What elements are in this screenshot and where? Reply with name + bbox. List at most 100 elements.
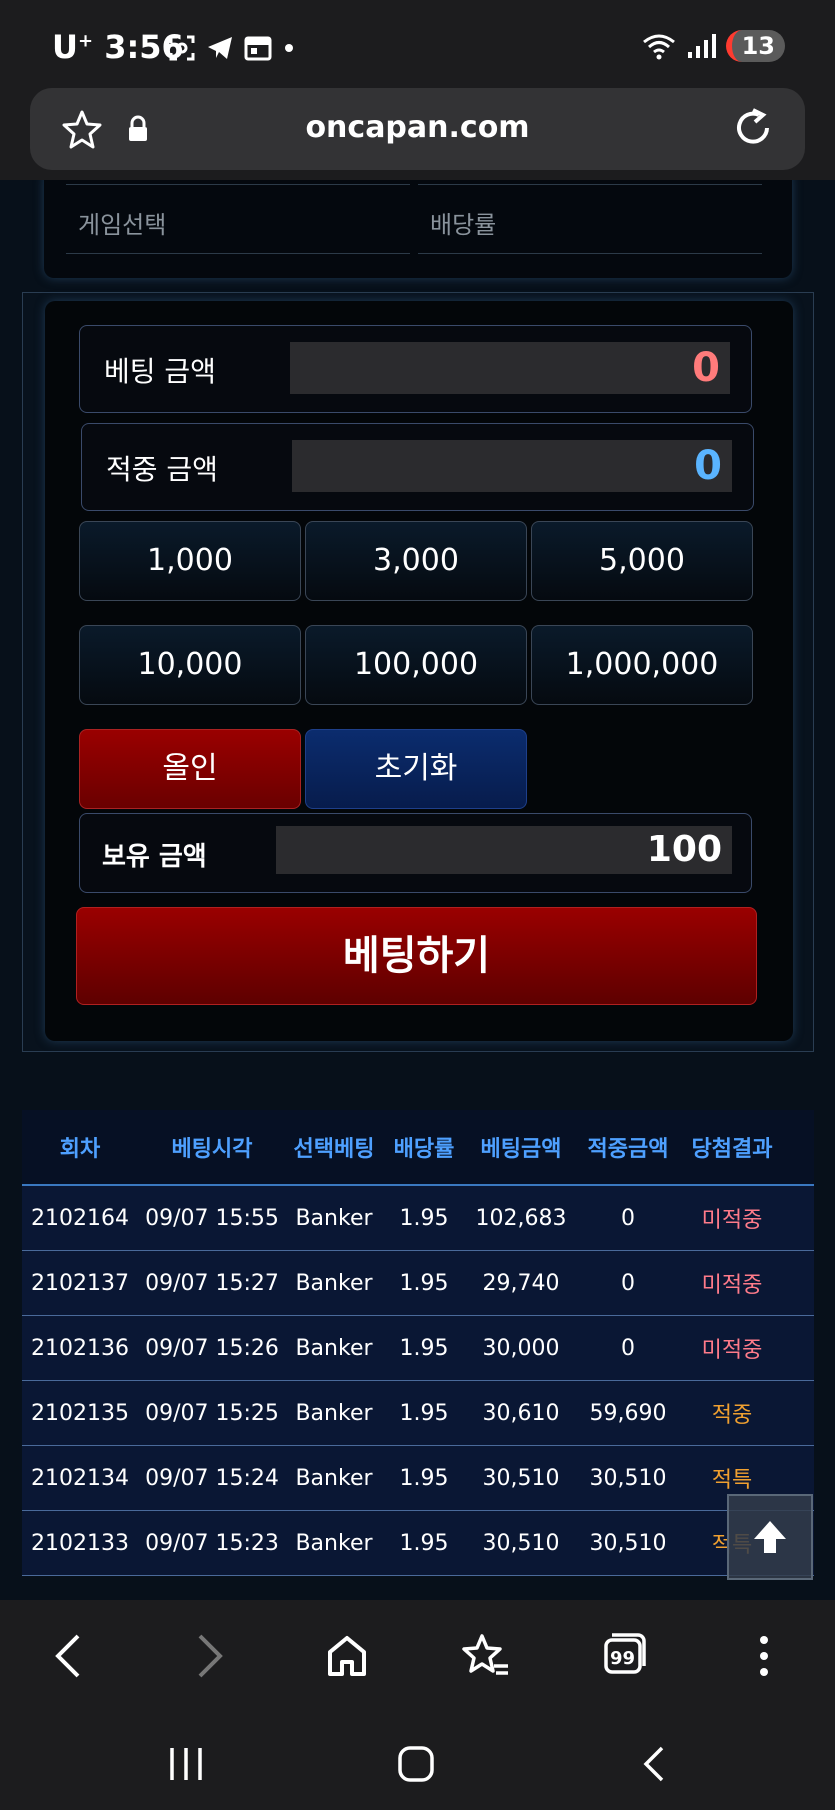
header-selection: 선택베팅 (293, 1137, 375, 1162)
table-row: 2102137 09/07 15:27 Banker 1.95 29,740 0 미적중 (22, 1251, 814, 1316)
status-time: U+ 3:56 (52, 28, 184, 66)
cell-odds: 1.95 (399, 1270, 449, 1296)
cell-bet-amount: 30,000 (482, 1335, 560, 1361)
win-amount-row: 적중 금액 0 (81, 423, 754, 511)
chip-button[interactable]: 1,000,000 (531, 625, 753, 705)
cell-odds: 1.95 (399, 1465, 449, 1491)
forward-icon[interactable] (190, 1628, 230, 1684)
odds-field: 배당률 (418, 184, 762, 254)
system-navigation-bar (0, 1712, 835, 1810)
cell-selection: Banker (295, 1530, 373, 1556)
cell-odds: 1.95 (399, 1205, 449, 1231)
header-bet-amount: 베팅금액 (480, 1137, 562, 1162)
status-bar: U+ 3:56 13 (0, 0, 835, 88)
back-icon[interactable] (48, 1628, 88, 1684)
cell-round: 2102135 (31, 1400, 129, 1426)
win-amount-value: 0 (292, 440, 732, 492)
cell-selection: Banker (295, 1205, 373, 1231)
reload-icon[interactable] (731, 106, 775, 150)
cell-round: 2102136 (31, 1335, 129, 1361)
cell-selection: Banker (295, 1335, 373, 1361)
table-row: 2102135 09/07 15:25 Banker 1.95 30,610 59,690… (22, 1381, 814, 1446)
system-back-icon[interactable] (636, 1744, 672, 1784)
cell-odds: 1.95 (399, 1400, 449, 1426)
cell-win-amount: 30,510 (589, 1465, 667, 1491)
cell-bet-time: 09/07 15:24 (145, 1465, 279, 1491)
game-select-card: 게임선택 배당률 (44, 180, 792, 278)
chip-button[interactable]: 100,000 (305, 625, 527, 705)
cell-result: 미적중 (701, 1208, 763, 1233)
cell-win-amount: 30,510 (589, 1530, 667, 1556)
reset-button[interactable]: 초기화 (305, 729, 527, 809)
system-icons: 13 (642, 30, 785, 62)
dot-icon (285, 44, 293, 52)
cell-result: 미적중 (701, 1338, 763, 1363)
game-select-field[interactable]: 게임선택 (66, 184, 410, 254)
cell-selection: Banker (295, 1400, 373, 1426)
table-row: 2102164 09/07 15:55 Banker 1.95 102,683 0 미적중 (22, 1186, 814, 1251)
table-row: 2102136 09/07 15:26 Banker 1.95 30,000 0 미적중 (22, 1316, 814, 1381)
tabs-button[interactable]: 99 (602, 1630, 648, 1680)
arrow-up-icon (754, 1521, 786, 1553)
table-header: 회차 베팅시각 선택베팅 배당률 베팅금액 적중금액 당첨결과 (22, 1110, 814, 1186)
cell-bet-time: 09/07 15:26 (145, 1335, 279, 1361)
header-win-amount: 적중금액 (587, 1137, 669, 1162)
screenshot-icon (169, 35, 195, 61)
telegram-icon (208, 37, 232, 59)
allin-button[interactable]: 올인 (79, 729, 301, 809)
cell-result: 적중 (711, 1403, 753, 1428)
battery-badge: 13 (725, 30, 785, 62)
cell-win-amount: 0 (621, 1270, 635, 1296)
holding-label: 보유 금액 (102, 842, 207, 872)
bet-amount-value: 0 (290, 342, 730, 394)
cell-bet-amount: 102,683 (475, 1205, 567, 1231)
bookmarks-icon[interactable] (460, 1628, 510, 1684)
bet-history-table: 회차 베팅시각 선택베팅 배당률 베팅금액 적중금액 당첨결과 2102164 0… (22, 1110, 814, 1576)
win-amount-label: 적중 금액 (106, 453, 218, 486)
cell-round: 2102137 (31, 1270, 129, 1296)
cell-win-amount: 0 (621, 1205, 635, 1231)
cell-bet-time: 09/07 15:23 (145, 1530, 279, 1556)
bet-panel: 베팅 금액 0 적중 금액 0 1,000 3,000 5,000 10,000… (22, 292, 814, 1052)
scroll-to-top-button[interactable] (727, 1494, 813, 1580)
chip-button[interactable]: 5,000 (531, 521, 753, 601)
page-content: 게임선택 배당률 베팅 금액 0 적중 금액 0 1,000 3,000 5,0… (0, 180, 835, 1600)
signal-icon (687, 34, 716, 58)
header-result: 당첨결과 (691, 1137, 773, 1162)
browser-bottom-nav: 99 (0, 1600, 835, 1712)
chip-button[interactable]: 3,000 (305, 521, 527, 601)
recent-apps-icon[interactable] (166, 1744, 206, 1784)
odds-label: 배당률 (430, 211, 497, 239)
cell-round: 2102134 (31, 1465, 129, 1491)
place-bet-button[interactable]: 베팅하기 (76, 907, 757, 1005)
cell-round: 2102133 (31, 1530, 129, 1556)
chip-button[interactable]: 10,000 (79, 625, 301, 705)
home-button-icon[interactable] (396, 1744, 436, 1784)
header-round: 회차 (59, 1137, 101, 1162)
header-bet-time: 베팅시각 (171, 1137, 253, 1162)
table-body: 2102164 09/07 15:55 Banker 1.95 102,683 0 미적중 2… (22, 1186, 814, 1576)
cell-bet-amount: 30,510 (482, 1465, 560, 1491)
cell-win-amount: 0 (621, 1335, 635, 1361)
calendar-icon (244, 36, 272, 61)
header-odds: 배당률 (393, 1137, 455, 1162)
cell-bet-time: 09/07 15:27 (145, 1270, 279, 1296)
cell-selection: Banker (295, 1270, 373, 1296)
chip-button[interactable]: 1,000 (79, 521, 301, 601)
cell-selection: Banker (295, 1465, 373, 1491)
bet-amount-row: 베팅 금액 0 (79, 325, 752, 413)
address-bar[interactable]: oncapan.com (30, 88, 805, 170)
holding-value: 100 (276, 826, 732, 874)
cell-odds: 1.95 (399, 1335, 449, 1361)
bet-amount-label: 베팅 금액 (104, 355, 216, 388)
cell-bet-amount: 30,610 (482, 1400, 560, 1426)
wifi-icon (642, 34, 675, 60)
browser-toolbar: oncapan.com (0, 88, 835, 180)
more-menu-icon[interactable] (752, 1628, 776, 1684)
table-row: 2102133 09/07 15:23 Banker 1.95 30,510 30,510… (22, 1511, 814, 1576)
home-icon[interactable] (324, 1628, 370, 1684)
game-select-label: 게임선택 (78, 211, 167, 239)
holding-row: 보유 금액 100 (79, 813, 752, 893)
tabs-count: 99 (610, 1648, 636, 1669)
url-text: oncapan.com (305, 110, 530, 145)
